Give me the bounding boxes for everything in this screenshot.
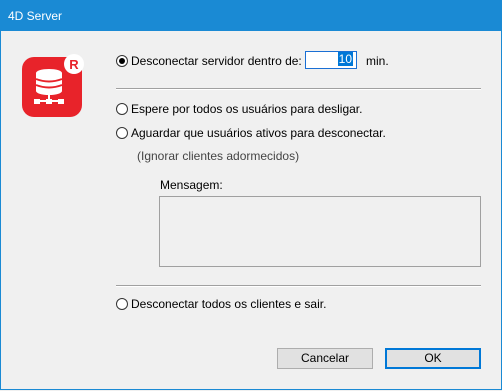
radio-disconnect-all[interactable]: Desconectar todos os clientes e sair. bbox=[116, 297, 326, 311]
radio-wait-all-users[interactable]: Espere por todos os usuários para deslig… bbox=[116, 102, 362, 116]
radio-button[interactable] bbox=[116, 127, 128, 139]
radio-button[interactable] bbox=[116, 103, 128, 115]
wait-active-users-label: Aguardar que usuários ativos para descon… bbox=[131, 126, 386, 140]
radio-button-checked[interactable] bbox=[116, 55, 128, 67]
badge-letter: R bbox=[69, 57, 79, 72]
radio-disconnect-within[interactable]: Desconectar servidor dentro de: bbox=[116, 54, 302, 68]
title-bar: 4D Server bbox=[0, 0, 502, 31]
ignore-sleeping-hint: (Ignorar clientes adormecidos) bbox=[137, 149, 300, 163]
disconnect-within-label: Desconectar servidor dentro de: bbox=[131, 54, 302, 68]
message-label: Mensagem: bbox=[160, 178, 223, 192]
message-textarea[interactable] bbox=[159, 196, 481, 267]
ok-button[interactable]: OK bbox=[385, 348, 481, 369]
window-title: 4D Server bbox=[8, 9, 63, 23]
minutes-value: 10 bbox=[337, 52, 353, 66]
radio-wait-active-users[interactable]: Aguardar que usuários ativos para descon… bbox=[116, 126, 386, 140]
minutes-unit-label: min. bbox=[366, 54, 389, 68]
wait-all-users-label: Espere por todos os usuários para deslig… bbox=[131, 102, 363, 116]
minutes-input[interactable]: 10 bbox=[305, 51, 357, 69]
radio-button[interactable] bbox=[116, 298, 128, 310]
separator bbox=[116, 285, 481, 287]
disconnect-all-label: Desconectar todos os clientes e sair. bbox=[131, 297, 327, 311]
4d-server-icon: R bbox=[22, 54, 84, 117]
separator bbox=[116, 88, 481, 90]
cancel-button[interactable]: Cancelar bbox=[277, 348, 373, 369]
